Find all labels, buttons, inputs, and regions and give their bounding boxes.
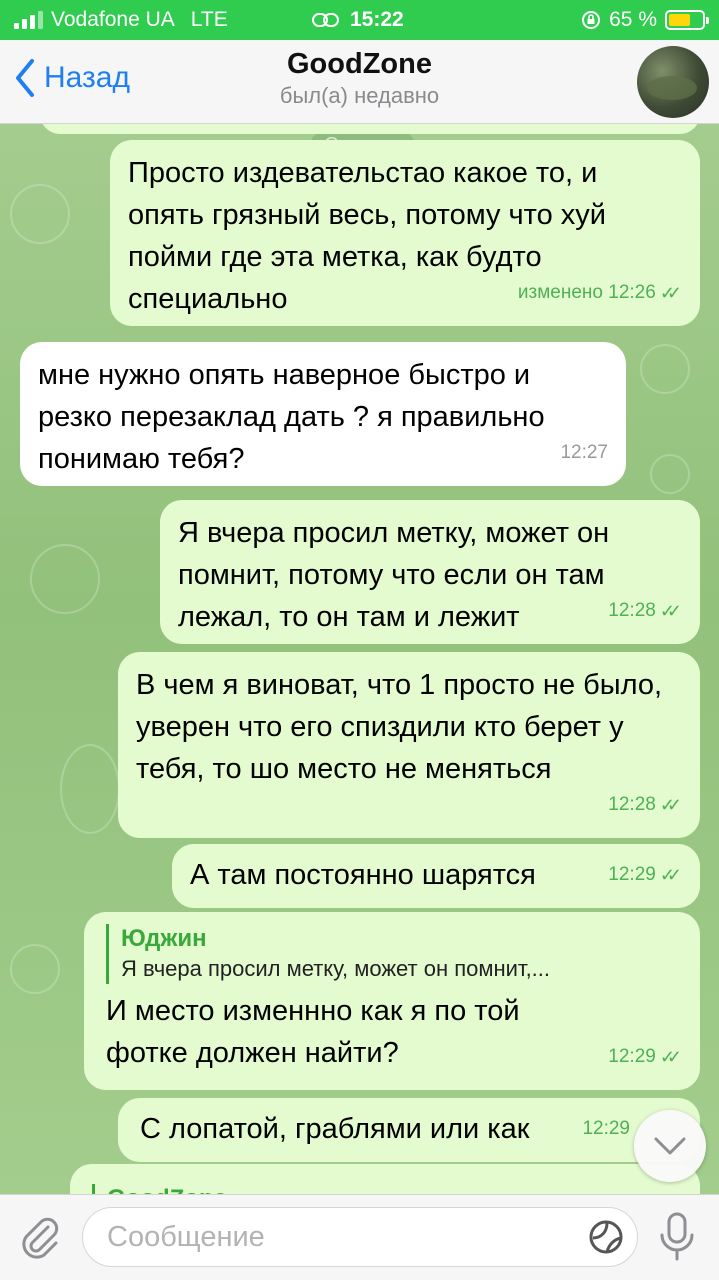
message-bubble[interactable]: С лопатой, граблями или как 12:29 (118, 1098, 700, 1162)
read-checks-icon: ✓✓ (659, 283, 682, 303)
chat-header: Назад GoodZone был(а) недавно (0, 40, 719, 124)
message-bubble[interactable]: Я вчера просил метку, может он помнит, п… (160, 500, 700, 644)
read-checks-icon: ✓✓ (659, 865, 682, 885)
message-bubble[interactable]: А там постоянно шарятся 12:29 ✓✓ (172, 844, 700, 908)
message-time: 12:29 (608, 864, 656, 885)
network-type: LTE (190, 8, 228, 31)
message-time: 12:29 (582, 1118, 630, 1139)
message-time: изменено 12:26 (517, 282, 656, 303)
carrier-name: Vodafone UA (51, 8, 175, 31)
scroll-to-bottom-button[interactable] (634, 1110, 706, 1182)
message-meta: 12:29 (582, 1108, 630, 1150)
message-text: мне нужно опять наверное быстро и резко … (38, 359, 545, 475)
message-list[interactable]: Сегодня Просто издевательстао какое то, … (0, 124, 719, 1194)
reply-author: GoodZone (107, 1184, 682, 1194)
sticker-button[interactable] (587, 1218, 625, 1261)
chat-title-block[interactable]: GoodZone был(а) недавно (0, 48, 719, 109)
wallpaper-doodle (30, 544, 100, 614)
wallpaper-doodle (640, 344, 690, 394)
message-time: 12:28 (608, 794, 656, 815)
reply-text: Я вчера просил метку, может он помнит,..… (121, 956, 551, 981)
message-time: 12:29 (608, 1046, 656, 1067)
message-bubble-partial[interactable]: GoodZone (70, 1164, 700, 1194)
battery-icon (665, 10, 709, 30)
wallpaper-doodle (10, 184, 70, 244)
wallpaper-doodle (10, 944, 60, 994)
reply-author: Юджин (121, 925, 207, 952)
attach-button[interactable] (18, 1215, 62, 1264)
read-checks-icon: ✓✓ (659, 795, 682, 815)
message-bubble[interactable]: Просто издевательстао какое то, и опять … (110, 140, 700, 326)
message-time: 12:28 (608, 600, 656, 621)
message-bubble[interactable]: Юджин Я вчера просил метку, может он пом… (84, 912, 700, 1090)
microphone-icon (660, 1212, 694, 1261)
vpn-icon (312, 13, 339, 27)
message-bubble[interactable]: В чем я виноват, что 1 просто не было, у… (118, 652, 700, 838)
read-checks-icon: ✓✓ (659, 1047, 682, 1067)
message-meta: 12:29 ✓✓ (608, 854, 682, 896)
avatar[interactable] (637, 46, 709, 118)
message-text: В чем я виноват, что 1 просто не было, у… (136, 669, 663, 785)
status-bar: Vodafone UA LTE 15:22 65 % (0, 0, 719, 40)
message-meta: изменено 12:26 ✓✓ (518, 272, 682, 314)
wallpaper-doodle (60, 744, 120, 834)
message-text: Я вчера просил метку, может он помнит, п… (178, 517, 610, 633)
message-field[interactable] (82, 1207, 638, 1267)
chevron-down-icon (654, 1137, 686, 1155)
message-bubble-partial[interactable] (40, 124, 700, 134)
chat-status: был(а) недавно (279, 83, 440, 108)
clock: 15:22 (350, 8, 404, 31)
voice-message-button[interactable] (657, 1211, 697, 1268)
message-meta: 12:27 (560, 432, 608, 474)
battery-percent: 65 % (609, 8, 657, 31)
sticker-icon (589, 1220, 623, 1254)
message-meta: 12:29 ✓✓ (608, 1036, 682, 1078)
chat-title: GoodZone (287, 48, 432, 80)
battery-level-fill (669, 14, 690, 26)
message-time: 12:27 (560, 442, 608, 463)
read-checks-icon: ✓✓ (659, 601, 682, 621)
wallpaper-doodle (650, 454, 690, 494)
message-meta: 12:28 ✓✓ (608, 784, 682, 826)
signal-icon (14, 11, 43, 29)
rotation-lock-icon (582, 11, 601, 29)
paperclip-icon (22, 1217, 59, 1259)
message-meta: 12:28 ✓✓ (608, 590, 682, 632)
reply-quote[interactable]: Юджин Я вчера просил метку, может он пом… (106, 924, 682, 984)
message-input[interactable] (107, 1208, 567, 1266)
reply-quote[interactable]: GoodZone (92, 1184, 682, 1194)
message-input-bar (0, 1194, 719, 1280)
message-bubble[interactable]: мне нужно опять наверное быстро и резко … (20, 342, 626, 486)
message-text: И место изменнно как я по той фотке долж… (106, 995, 520, 1069)
